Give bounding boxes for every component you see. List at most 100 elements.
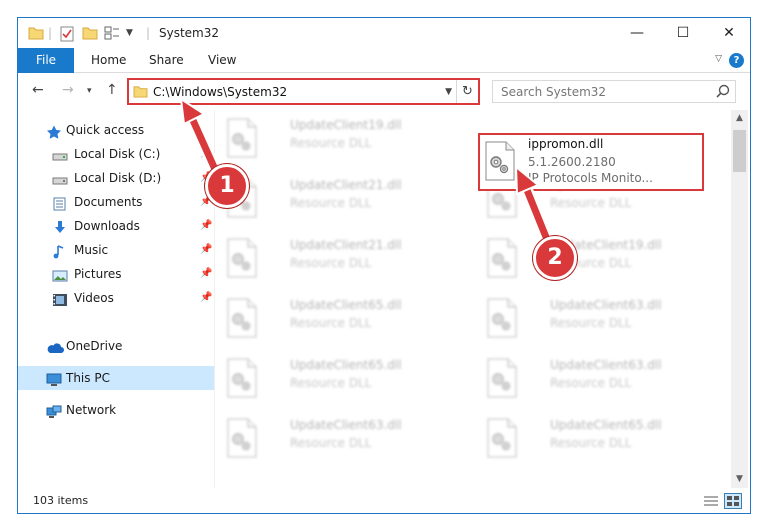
sidebar-item-label: Local Disk (C:) [74,147,161,161]
scroll-down-icon[interactable]: ▼ [731,471,748,488]
scroll-thumb[interactable] [733,130,746,172]
sidebar-item-documents[interactable]: Documents 📌 [18,190,214,214]
file-list: UpdateClient19.dll Resource DLL UpdateClie… [216,110,731,488]
large-icons-view-icon[interactable] [724,493,742,509]
file-name: UpdateClient19.dll [290,118,402,132]
file-description: Resource DLL [290,256,372,270]
qat-separator: | [48,26,53,40]
file-item[interactable]: UpdateClient21.dll Resource DLL [218,230,446,288]
sidebar-item-local-disk-d[interactable]: Local Disk (D:) 📌 [18,166,214,190]
pin-icon[interactable]: 📌 [200,142,212,166]
help-icon[interactable]: ? [729,53,744,68]
tab-share[interactable]: Share [149,48,184,73]
network-icon [46,403,62,418]
file-name: UpdateClient21.dll [290,238,402,252]
file-item[interactable]: UpdateClient65.dll Resource DLL [218,290,446,348]
sidebar-item-label: OneDrive [66,339,123,353]
window-title: System32 [159,26,220,40]
tab-file[interactable]: File [18,48,74,73]
tab-home[interactable]: Home [91,48,126,73]
folder-icon [28,26,44,43]
vertical-scrollbar[interactable]: ▲ ▼ [731,110,748,488]
pin-icon[interactable]: 📌 [200,238,212,262]
forward-icon[interactable]: → [62,82,74,98]
expand-ribbon-icon[interactable]: ▽ [715,54,722,64]
sidebar-item-quick-access[interactable]: Quick access [18,118,214,142]
navigation-pane: Quick access Local Disk (C:) 📌 Local Dis… [18,110,214,488]
drive-icon [52,171,68,185]
file-item[interactable]: UpdateClient63.dll Resource DLL [218,410,446,468]
search-box[interactable] [492,80,736,103]
file-item[interactable]: UpdateClient65.dll Resource DLL [478,410,706,468]
tab-view[interactable]: View [208,48,236,73]
file-description: Resource DLL [290,436,372,450]
pictures-icon [52,267,68,282]
qat-dropdown-icon[interactable]: ▼ [126,28,133,38]
address-bar[interactable]: C:\Windows\System32 ▼ ↻ [127,78,480,105]
file-description: Resource DLL [550,376,632,390]
sidebar-item-videos[interactable]: Videos 📌 [18,286,214,310]
address-dropdown-icon[interactable]: ▼ [445,87,452,97]
dll-file-icon [226,358,258,398]
title-separator: | [146,26,151,40]
recent-locations-icon[interactable]: ▾ [87,86,92,96]
refresh-icon[interactable]: ↻ [456,80,478,103]
music-icon [52,243,68,259]
address-path[interactable]: C:\Windows\System32 [153,85,287,99]
sidebar-item-label: Local Disk (D:) [74,171,162,185]
dll-file-icon [486,358,518,398]
sidebar-item-this-pc[interactable]: This PC [18,366,214,390]
sidebar-item-pictures[interactable]: Pictures 📌 [18,262,214,286]
pin-icon[interactable]: 📌 [200,262,212,286]
annotation-badge-1: 1 [205,164,249,208]
file-item[interactable]: UpdateClient65.dll Resource DLL [218,350,446,408]
maximize-button[interactable]: ☐ [660,18,706,48]
details-view-icon[interactable] [702,493,720,509]
sidebar-item-onedrive[interactable]: OneDrive [18,334,214,358]
sidebar-item-label: Videos [74,291,114,305]
status-bar: 103 items [18,488,750,513]
dll-file-icon [226,418,258,458]
onedrive-icon [46,339,64,353]
dll-file-icon [226,238,258,278]
file-item[interactable]: UpdateClient19.dll Resource DLL [478,230,706,288]
file-item[interactable]: UpdateClient63.dll Resource DLL [478,290,706,348]
sidebar-item-label: Downloads [74,219,140,233]
highlighted-file-item[interactable]: ippromon.dll 5.1.2600.2180 IP Protocols Mo… [478,133,704,191]
back-icon[interactable]: ← [32,82,44,98]
properties-icon[interactable] [60,26,74,45]
downloads-icon [52,219,68,233]
close-button[interactable]: ✕ [706,18,750,48]
file-description: Resource DLL [290,136,372,150]
minimize-button[interactable]: — [614,18,660,48]
customize-qat-icon[interactable] [104,26,120,43]
file-name: UpdateClient63.dll [550,298,662,312]
file-name: UpdateClient63.dll [550,358,662,372]
file-item[interactable]: UpdateClient19.dll Resource DLL [218,110,446,168]
sidebar-item-label: This PC [66,371,110,385]
file-description: Resource DLL [550,196,632,210]
file-item[interactable]: UpdateClient21.dll Resource DLL [218,170,446,228]
sidebar-item-network[interactable]: Network [18,398,214,422]
navigation-bar: ← → ▾ ↑ C:\Windows\System32 ▼ ↻ [18,74,750,108]
sidebar-item-local-disk-c[interactable]: Local Disk (C:) 📌 [18,142,214,166]
file-description: Resource DLL [290,316,372,330]
pin-icon[interactable]: 📌 [200,286,212,310]
sidebar-item-downloads[interactable]: Downloads 📌 [18,214,214,238]
documents-icon [52,195,68,211]
new-folder-icon[interactable] [82,26,98,43]
pin-icon[interactable]: 📌 [200,214,212,238]
sidebar-item-music[interactable]: Music 📌 [18,238,214,262]
file-name: UpdateClient65.dll [290,298,402,312]
file-name: UpdateClient63.dll [290,418,402,432]
file-item[interactable]: UpdateClient63.dll Resource DLL [478,350,706,408]
file-name: ippromon.dll [528,137,604,151]
up-icon[interactable]: ↑ [106,82,118,98]
search-icon[interactable] [716,84,730,101]
search-input[interactable] [493,81,711,102]
file-description: Resource DLL [290,376,372,390]
file-version: 5.1.2600.2180 [528,155,616,169]
dll-file-icon [226,298,258,338]
scroll-up-icon[interactable]: ▲ [731,110,748,127]
star-icon [46,123,62,139]
